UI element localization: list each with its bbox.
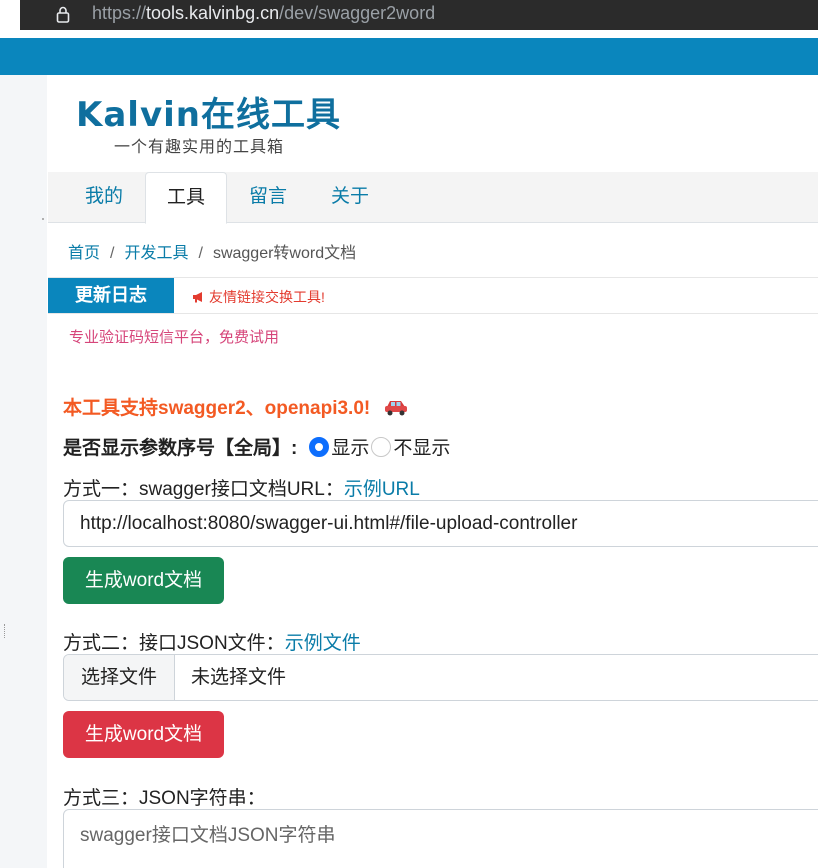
gutter-handle (4, 624, 6, 638)
browser-address-bar: https://tools.kalvinbg.cn/dev/swagger2wo… (0, 0, 818, 38)
changelog-notice-link[interactable]: 友情链接交换工具! (192, 287, 325, 307)
method2-label: 方式二：接口JSON文件：示例文件 (63, 628, 361, 655)
radio-show-label[interactable]: 显示 (331, 433, 369, 460)
changelog-button[interactable]: 更新日志 (48, 278, 174, 313)
car-icon (384, 401, 407, 416)
method2-label-text: 方式二：接口JSON文件： (63, 633, 285, 654)
swagger-url-input[interactable]: http://localhost:8080/swagger-ui.html#/f… (63, 500, 818, 547)
radio-hide-label[interactable]: 不显示 (393, 433, 450, 460)
breadcrumb-separator: / (198, 245, 203, 262)
site-header: Kalvin在线工具 一个有趣实用的工具箱 (48, 75, 818, 172)
lock-icon (56, 6, 70, 23)
changelog-notice-text: 友情链接交换工具! (209, 289, 325, 305)
radio-hide[interactable] (371, 436, 392, 457)
tab-about[interactable]: 关于 (314, 172, 386, 223)
param-index-option: 是否显示参数序号【全局】: 显示 不显示 (63, 433, 450, 460)
top-banner (0, 38, 818, 75)
method1-label: 方式一：swagger接口文档URL：示例URL (63, 474, 420, 501)
breadcrumb-dev-tools[interactable]: 开发工具 (124, 245, 188, 262)
generate-word-button-url[interactable]: 生成word文档 (63, 557, 224, 604)
url-text[interactable]: https://tools.kalvinbg.cn/dev/swagger2wo… (92, 3, 435, 24)
breadcrumb: 首页 / 开发工具 / swagger转word文档 (68, 239, 356, 263)
generate-word-button-file[interactable]: 生成word文档 (63, 711, 224, 758)
json-file-input[interactable]: 选择文件 未选择文件 (63, 654, 818, 701)
left-gutter (0, 75, 47, 868)
tab-mine[interactable]: 我的 (66, 172, 142, 223)
file-status: 未选择文件 (191, 667, 287, 688)
tab-tools[interactable]: 工具 (145, 172, 227, 224)
breadcrumb-separator: / (110, 245, 115, 262)
json-string-textarea[interactable]: swagger接口文档JSON字符串 (63, 809, 818, 868)
breadcrumb-current: swagger转word文档 (212, 245, 357, 262)
param-index-label: 是否显示参数序号【全局】: (63, 438, 298, 459)
url-scheme: https:// (92, 3, 147, 23)
support-notice: 本工具支持swagger2、openapi3.0! (63, 393, 408, 420)
example-url-link[interactable]: 示例URL (344, 479, 420, 500)
url-path: /dev/swagger2word (279, 3, 436, 23)
radio-show[interactable] (309, 436, 330, 457)
megaphone-icon (193, 292, 202, 303)
site-tagline: 一个有趣实用的工具箱 (114, 139, 285, 156)
sms-ad-link[interactable]: 专业验证码短信平台，免费试用 (69, 326, 279, 347)
divider (48, 313, 818, 314)
breadcrumb-home[interactable]: 首页 (68, 245, 100, 262)
method1-label-text: 方式一：swagger接口文档URL： (63, 479, 344, 500)
support-text: 本工具支持swagger2、openapi3.0! (63, 398, 371, 419)
method3-label: 方式三：JSON字符串： (63, 788, 266, 809)
url-bar[interactable]: https://tools.kalvinbg.cn/dev/swagger2wo… (20, 0, 818, 30)
site-logo[interactable]: Kalvin在线工具 (76, 87, 341, 136)
gutter-marker (42, 218, 44, 220)
choose-file-button[interactable]: 选择文件 (64, 655, 175, 700)
tab-messages[interactable]: 留言 (232, 172, 304, 223)
main-nav-tabs: 我的 工具 留言 关于 (48, 172, 818, 224)
url-host: tools.kalvinbg.cn (146, 3, 280, 23)
example-file-link[interactable]: 示例文件 (285, 633, 361, 654)
